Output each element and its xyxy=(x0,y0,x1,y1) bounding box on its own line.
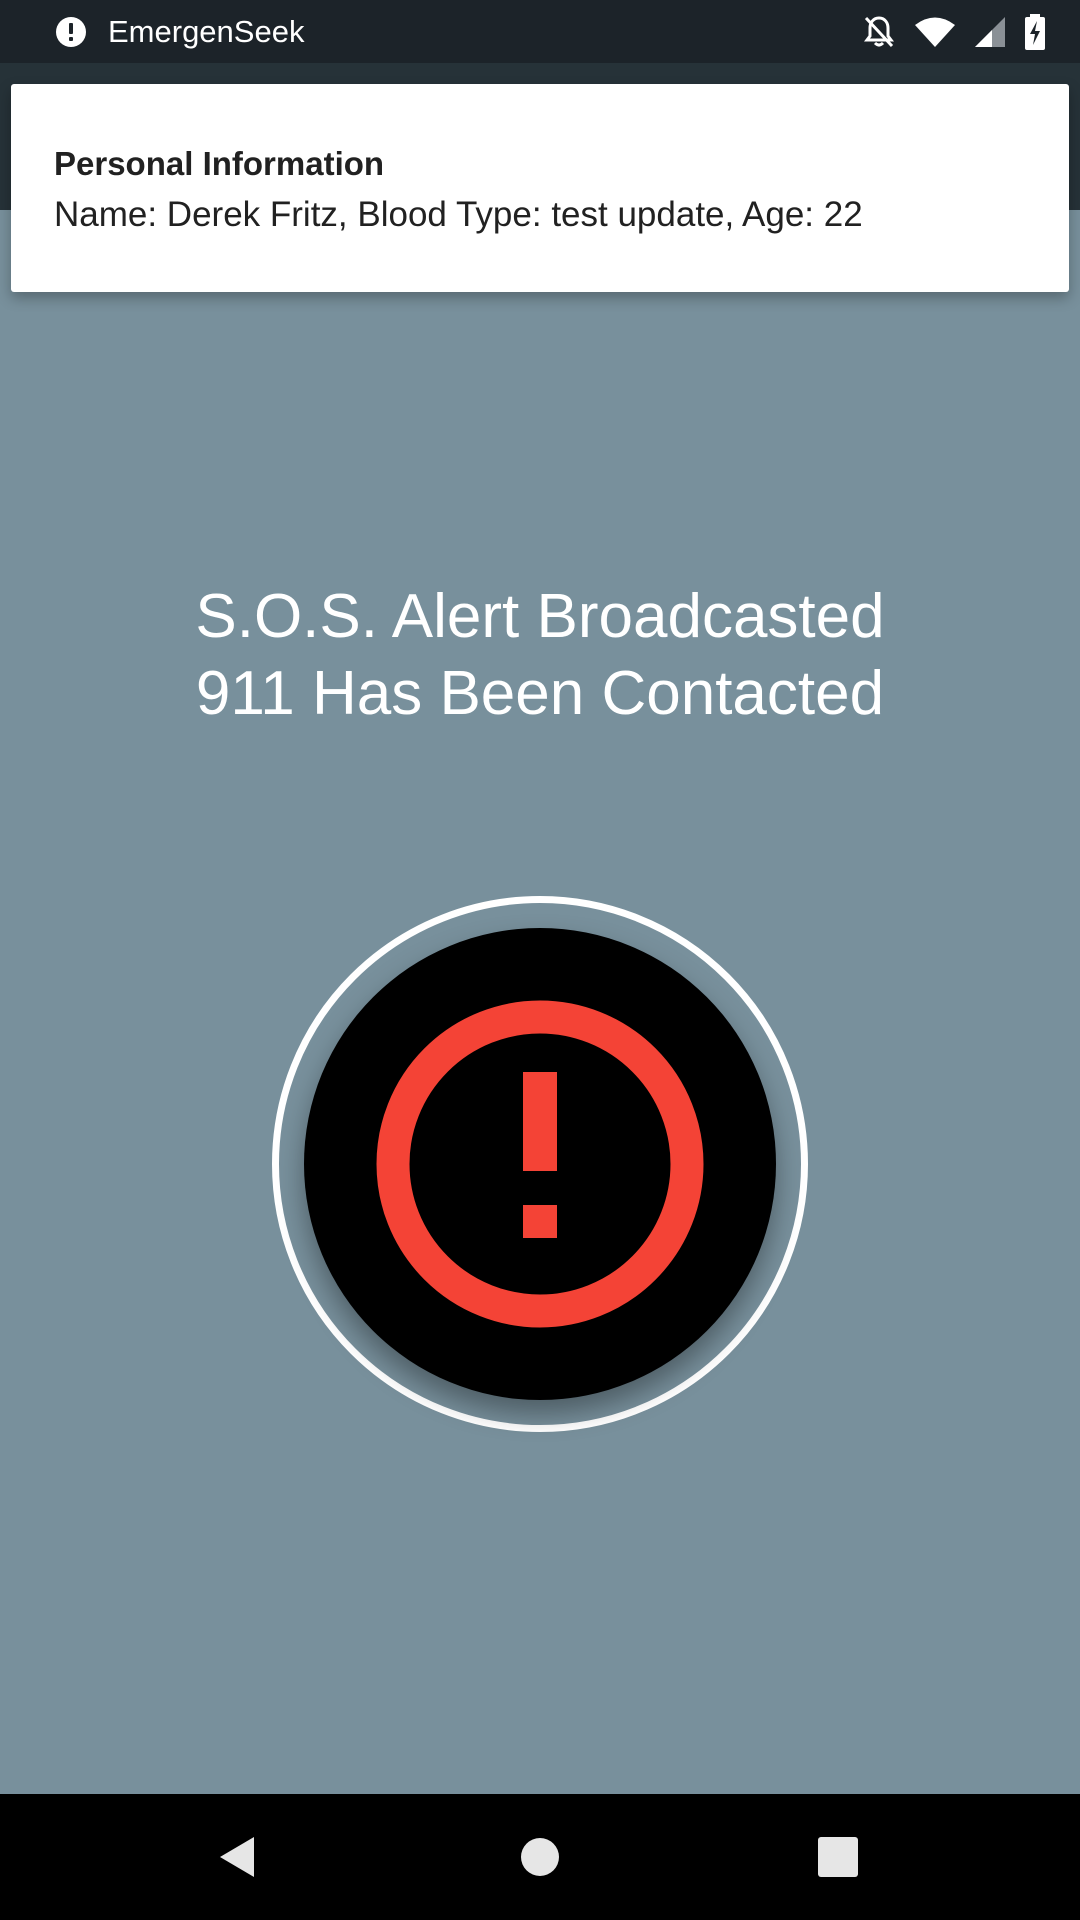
recents-icon[interactable] xyxy=(808,1827,868,1887)
battery-charging-icon xyxy=(1025,14,1045,50)
sos-broadcast-text: S.O.S. Alert Broadcasted xyxy=(195,582,885,651)
screen: EmergenSeek Personal Information Name: D… xyxy=(0,0,1080,1920)
notifications-off-icon xyxy=(864,16,894,48)
notification-card[interactable]: Personal Information Name: Derek Fritz, … xyxy=(11,84,1069,292)
notification-title: Personal Information xyxy=(54,145,385,182)
emergency-contacted-text: 911 Has Been Contacted xyxy=(195,659,885,728)
status-app-name: EmergenSeek xyxy=(108,14,305,49)
sos-button[interactable] xyxy=(304,928,776,1400)
cell-signal-icon xyxy=(975,17,1005,47)
sos-button-container xyxy=(272,896,808,1432)
home-icon[interactable] xyxy=(510,1827,570,1887)
wifi-icon xyxy=(915,17,955,47)
notification-body: Name: Derek Fritz, Blood Type: test upda… xyxy=(54,195,863,234)
alert-circle-icon xyxy=(376,1000,704,1328)
alert-icon xyxy=(56,17,86,47)
back-icon[interactable] xyxy=(210,1827,270,1887)
status-bar: EmergenSeek xyxy=(0,0,1080,63)
navigation-bar xyxy=(0,1794,1080,1920)
sos-status-message: S.O.S. Alert Broadcasted 911 Has Been Co… xyxy=(0,578,1080,732)
status-icons xyxy=(862,12,1046,52)
